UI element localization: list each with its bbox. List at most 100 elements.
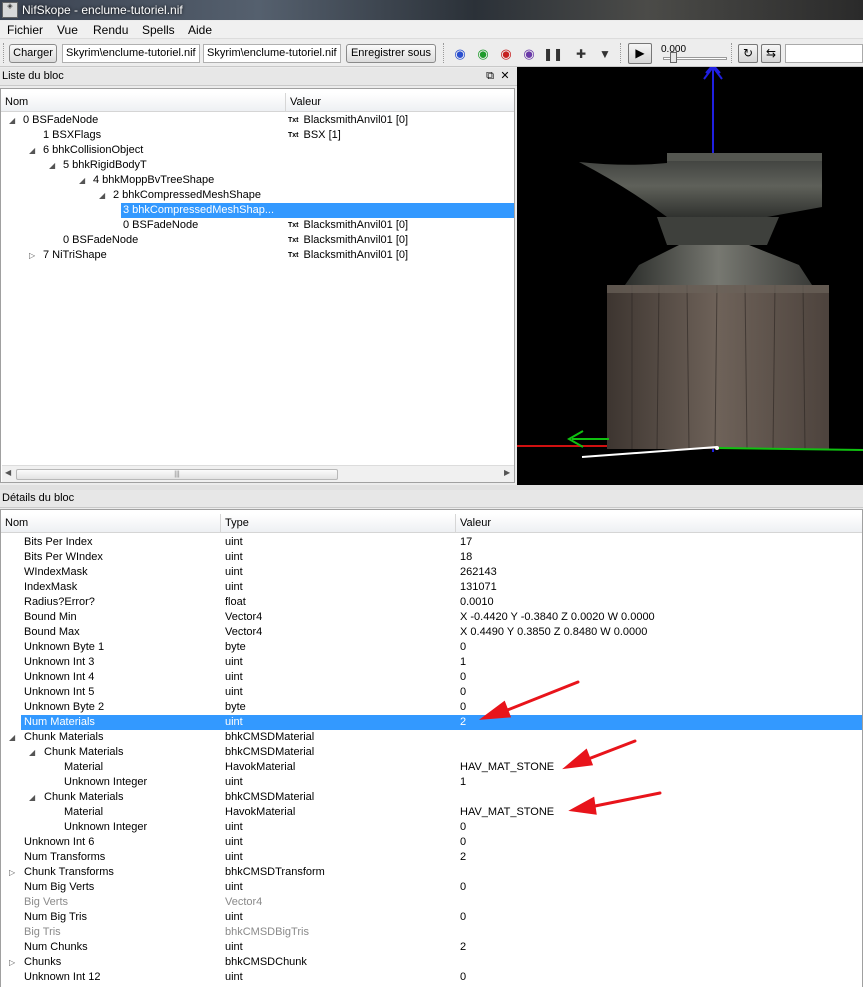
- toolbar-grip[interactable]: [3, 43, 6, 63]
- expanded-arrow-icon[interactable]: ◢: [9, 730, 17, 745]
- detail-row[interactable]: Unknown Integer uint 1: [1, 775, 862, 790]
- toolbar-grip[interactable]: [731, 43, 734, 63]
- expanded-arrow-icon[interactable]: ◢: [29, 790, 37, 805]
- switch-button[interactable]: ⇆: [761, 44, 781, 63]
- field-value[interactable]: 1: [460, 775, 466, 790]
- block-list-row[interactable]: ◢ 2 bhkCompressedMeshShape: [1, 188, 514, 203]
- detail-row[interactable]: WIndexMask uint 262143: [1, 565, 862, 580]
- detail-row[interactable]: Unknown Byte 1 byte 0: [1, 640, 862, 655]
- time-slider-handle[interactable]: [670, 52, 677, 63]
- detail-row[interactable]: ▷ Chunks bhkCMSDChunk: [1, 955, 862, 970]
- menu-fichier[interactable]: Fichier: [7, 23, 43, 37]
- field-value[interactable]: 0: [460, 640, 466, 655]
- field-value[interactable]: 0: [460, 880, 466, 895]
- toolbar-grip[interactable]: [443, 43, 446, 63]
- detail-row[interactable]: ◢ Chunk Materials bhkCMSDMaterial: [1, 730, 862, 745]
- detail-row[interactable]: Unknown Int 4 uint 0: [1, 670, 862, 685]
- field-value[interactable]: 1: [460, 655, 466, 670]
- save-path-field[interactable]: Skyrim\enclume-tutoriel.nif: [203, 44, 341, 63]
- toolbar-grip[interactable]: [620, 43, 623, 63]
- column-header-value[interactable]: Valeur: [286, 93, 514, 112]
- close-icon[interactable]: ✕: [499, 70, 511, 82]
- column-header-name[interactable]: Nom: [1, 93, 286, 112]
- detail-row[interactable]: Unknown Integer uint 0: [1, 820, 862, 835]
- expanded-arrow-icon[interactable]: ◢: [9, 113, 17, 128]
- load-path-field[interactable]: Skyrim\enclume-tutoriel.nif: [62, 44, 200, 63]
- block-list-row[interactable]: 3 bhkCompressedMeshShap...: [1, 203, 514, 218]
- field-value[interactable]: 2: [460, 850, 466, 865]
- load-button[interactable]: Charger: [9, 44, 57, 63]
- detail-row[interactable]: Num Chunks uint 2: [1, 940, 862, 955]
- detail-row[interactable]: Bits Per Index uint 17: [1, 535, 862, 550]
- detail-row[interactable]: Bits Per WIndex uint 18: [1, 550, 862, 565]
- detail-row[interactable]: Unknown Int 3 uint 1: [1, 655, 862, 670]
- field-value[interactable]: X 0.4490 Y 0.3850 Z 0.8480 W 0.0000: [460, 625, 647, 640]
- detail-row[interactable]: ▷ Chunk Transforms bhkCMSDTransform: [1, 865, 862, 880]
- eye-icon[interactable]: ◉: [497, 46, 515, 62]
- eye-icon[interactable]: ◉: [451, 46, 469, 62]
- loop-button[interactable]: ↻: [738, 44, 758, 63]
- block-list-row[interactable]: ◢ 4 bhkMoppBvTreeShape: [1, 173, 514, 188]
- field-value[interactable]: 0: [460, 820, 466, 835]
- detail-row[interactable]: Unknown Byte 2 byte 0: [1, 700, 862, 715]
- collapsed-arrow-icon[interactable]: ▷: [29, 248, 37, 263]
- field-value[interactable]: 0.0010: [460, 595, 494, 610]
- block-list-row[interactable]: ◢ 0 BSFadeNode Txt BlacksmithAnvil01 [0]: [1, 113, 514, 128]
- block-list-row[interactable]: ◢ 6 bhkCollisionObject: [1, 143, 514, 158]
- field-value[interactable]: 0: [460, 670, 466, 685]
- field-value[interactable]: X -0.4420 Y -0.3840 Z 0.0020 W 0.0000: [460, 610, 655, 625]
- field-value[interactable]: 2: [460, 940, 466, 955]
- detail-row[interactable]: Bound Min Vector4 X -0.4420 Y -0.3840 Z 0.…: [1, 610, 862, 625]
- menu-rendu[interactable]: Rendu: [93, 23, 128, 37]
- play-button[interactable]: ▶: [628, 43, 652, 64]
- menu-aide[interactable]: Aide: [188, 23, 212, 37]
- footprints-icon[interactable]: ❚❚: [543, 46, 563, 62]
- scrollbar-thumb[interactable]: |||: [16, 469, 338, 480]
- field-value[interactable]: 2: [460, 715, 466, 730]
- crosshair-icon[interactable]: ✚: [572, 46, 590, 62]
- expanded-arrow-icon[interactable]: ◢: [29, 143, 37, 158]
- scroll-left-icon[interactable]: ◀: [5, 468, 11, 477]
- detail-row[interactable]: Big Verts Vector4: [1, 895, 862, 910]
- field-value[interactable]: 0: [460, 970, 466, 985]
- scroll-right-icon[interactable]: ▶: [504, 468, 510, 477]
- field-value[interactable]: 17: [460, 535, 472, 550]
- block-list-row[interactable]: ▷ 7 NiTriShape Txt BlacksmithAnvil01 [0]: [1, 248, 514, 263]
- save-as-button[interactable]: Enregistrer sous: [346, 44, 436, 63]
- detail-row[interactable]: Unknown Int 5 uint 0: [1, 685, 862, 700]
- expanded-arrow-icon[interactable]: ◢: [49, 158, 57, 173]
- field-value[interactable]: 0: [460, 835, 466, 850]
- column-header-type[interactable]: Type: [221, 514, 456, 533]
- detail-row[interactable]: Big Tris bhkCMSDBigTris: [1, 925, 862, 940]
- eye-icon[interactable]: ◉: [520, 46, 538, 62]
- detail-row[interactable]: Num Transforms uint 2: [1, 850, 862, 865]
- detail-row[interactable]: IndexMask uint 131071: [1, 580, 862, 595]
- field-value[interactable]: 131071: [460, 580, 497, 595]
- detail-row[interactable]: ◢ Chunk Materials bhkCMSDMaterial: [1, 745, 862, 760]
- column-header-name[interactable]: Nom: [1, 514, 221, 533]
- detail-row[interactable]: Bound Max Vector4 X 0.4490 Y 0.3850 Z 0.84…: [1, 625, 862, 640]
- field-value[interactable]: HAV_MAT_STONE: [460, 760, 554, 775]
- detail-row[interactable]: Num Big Verts uint 0: [1, 880, 862, 895]
- block-list-row[interactable]: ◢ 5 bhkRigidBodyT: [1, 158, 514, 173]
- expanded-arrow-icon[interactable]: ◢: [99, 188, 107, 203]
- detail-row[interactable]: Unknown Int 12 uint 0: [1, 970, 862, 985]
- column-header-value[interactable]: Valeur: [456, 514, 862, 533]
- block-list-row[interactable]: 0 BSFadeNode Txt BlacksmithAnvil01 [0]: [1, 218, 514, 233]
- field-value[interactable]: HAV_MAT_STONE: [460, 805, 554, 820]
- triangle-down-icon[interactable]: ▼: [596, 46, 614, 62]
- block-details-tree[interactable]: Nom Type Valeur Bits Per Index uint 17 Bits…: [0, 509, 863, 987]
- block-list-hscrollbar[interactable]: ◀ ||| ▶: [2, 465, 514, 482]
- detail-row[interactable]: Material HavokMaterial HAV_MAT_STONE: [1, 805, 862, 820]
- render-viewport[interactable]: [517, 67, 863, 485]
- expanded-arrow-icon[interactable]: ◢: [29, 745, 37, 760]
- field-value[interactable]: 262143: [460, 565, 497, 580]
- block-list-row[interactable]: 1 BSXFlags Txt BSX [1]: [1, 128, 514, 143]
- detail-row[interactable]: Num Materials uint 2: [1, 715, 862, 730]
- menu-vue[interactable]: Vue: [57, 23, 78, 37]
- detail-row[interactable]: Unknown Int 6 uint 0: [1, 835, 862, 850]
- field-value[interactable]: 0: [460, 910, 466, 925]
- detail-row[interactable]: Radius?Error? float 0.0010: [1, 595, 862, 610]
- animation-sequence-combo[interactable]: [785, 44, 863, 63]
- collapsed-arrow-icon[interactable]: ▷: [9, 865, 17, 880]
